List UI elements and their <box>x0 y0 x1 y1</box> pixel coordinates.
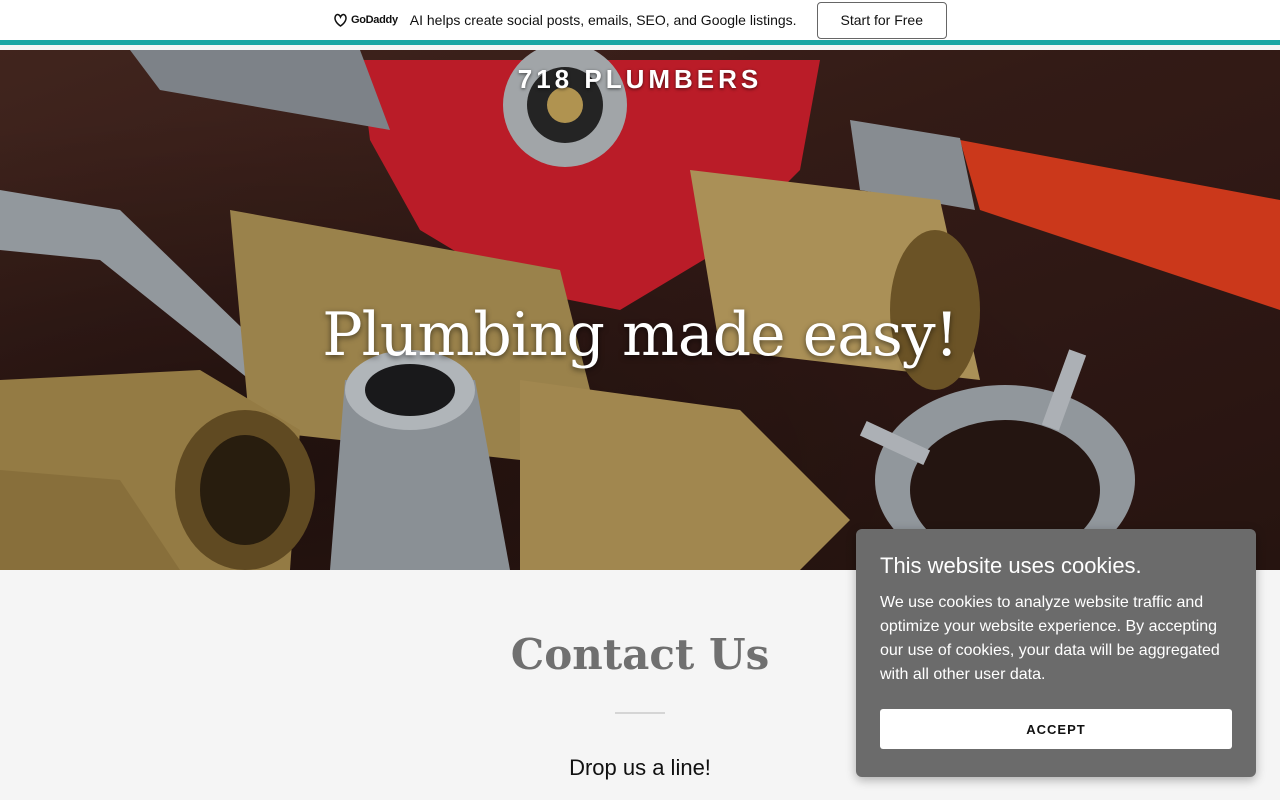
cookie-accept-button[interactable]: ACCEPT <box>880 709 1232 749</box>
promo-bar: GoDaddy AI helps create social posts, em… <box>0 0 1280 45</box>
cookie-banner-body: We use cookies to analyze website traffi… <box>880 594 1220 683</box>
section-divider <box>615 712 665 714</box>
site-title[interactable]: 718 PLUMBERS <box>0 64 1280 95</box>
godaddy-logo-icon <box>334 13 347 27</box>
promo-content: GoDaddy AI helps create social posts, em… <box>333 1 947 39</box>
cookie-banner-title: This website uses cookies. <box>880 553 1142 578</box>
hero-section: 718 PLUMBERS Plumbing made easy! <box>0 50 1280 570</box>
godaddy-logo-text: GoDaddy <box>350 14 398 26</box>
godaddy-logo[interactable]: GoDaddy <box>333 13 398 27</box>
start-for-free-button[interactable]: Start for Free <box>816 1 947 39</box>
promo-message: AI helps create social posts, emails, SE… <box>409 12 797 28</box>
cookie-banner: This website uses cookies. We use cookie… <box>856 529 1256 777</box>
hero-heading: Plumbing made easy! <box>322 300 959 370</box>
